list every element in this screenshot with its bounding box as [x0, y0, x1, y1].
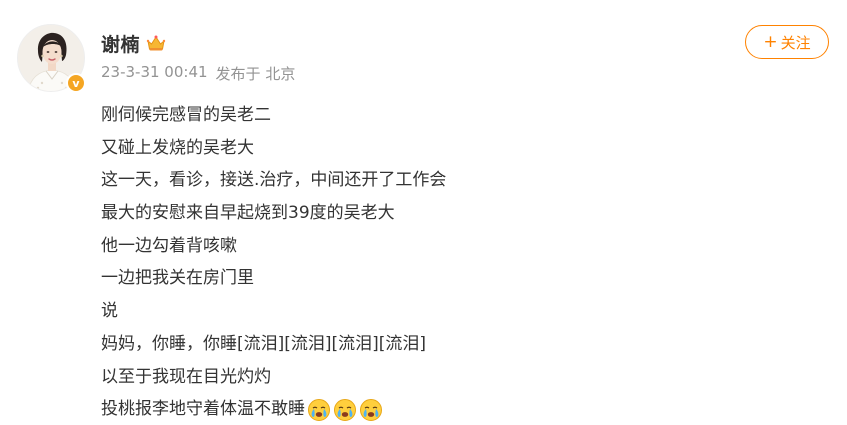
content-line: 这一天，看诊，接送.治疗，中间还开了工作会 — [101, 164, 446, 197]
weibo-post-card: v 谢楠 23-3-31 00:41 发布于 北京 + 关注 刚伺候完感冒的吴老… — [0, 0, 847, 425]
follow-button-label: 关注 — [780, 33, 811, 52]
content-text: 一边把我关在房门里 — [101, 268, 254, 289]
post-header: 谢楠 23-3-31 00:41 发布于 北京 — [101, 30, 295, 84]
verified-mark: v — [72, 76, 80, 90]
content-line: 刚伺候完感冒的吴老二 — [101, 99, 446, 132]
content-text: 最大的安慰来自早起烧到39度的吴老大 — [101, 203, 395, 224]
content-line: 一边把我关在房门里 — [101, 262, 446, 295]
content-line: 他一边勾着背咳嗽 — [101, 230, 446, 263]
content-line-last: 投桃报李地守着体温不敢睡 — [101, 393, 446, 425]
content-text: 妈妈，你睡，你睡[流泪][流泪][流泪][流泪] — [101, 333, 427, 354]
crying-face-icon — [307, 398, 331, 422]
verified-badge-icon: v — [66, 73, 86, 93]
author-name[interactable]: 谢楠 — [101, 30, 140, 57]
crying-face-icon — [333, 398, 357, 422]
crown-icon[interactable] — [146, 34, 166, 52]
post-timestamp[interactable]: 23-3-31 00:41 — [101, 63, 208, 84]
content-line: 妈妈，你睡，你睡[流泪][流泪][流泪][流泪] — [101, 328, 446, 361]
content-line: 最大的安慰来自早起烧到39度的吴老大 — [101, 197, 446, 230]
content-text: 说 — [101, 301, 118, 322]
plus-icon: + — [763, 31, 778, 52]
content-line: 以至于我现在目光灼灼 — [101, 361, 446, 394]
post-location: 发布于 北京 — [215, 65, 296, 83]
content-text: 他一边勾着背咳嗽 — [101, 235, 237, 256]
content-text: 投桃报李地守着体温不敢睡 — [101, 399, 305, 420]
avatar-container[interactable]: v — [17, 24, 86, 93]
content-text: 这一天，看诊，接送.治疗，中间还开了工作会 — [101, 170, 447, 191]
content-text: 又碰上发烧的吴老大 — [101, 137, 254, 158]
content-line: 说 — [101, 295, 446, 328]
post-content: 刚伺候完感冒的吴老二 又碰上发烧的吴老大 这一天，看诊，接送.治疗，中间还开了工… — [101, 99, 446, 425]
content-line: 又碰上发烧的吴老大 — [101, 132, 446, 165]
post-meta: 23-3-31 00:41 发布于 北京 — [101, 63, 295, 84]
crying-face-icon — [359, 398, 383, 422]
name-row: 谢楠 — [101, 30, 295, 56]
content-text: 以至于我现在目光灼灼 — [101, 366, 271, 387]
content-text: 刚伺候完感冒的吴老二 — [101, 105, 271, 125]
follow-button[interactable]: + 关注 — [745, 25, 829, 59]
